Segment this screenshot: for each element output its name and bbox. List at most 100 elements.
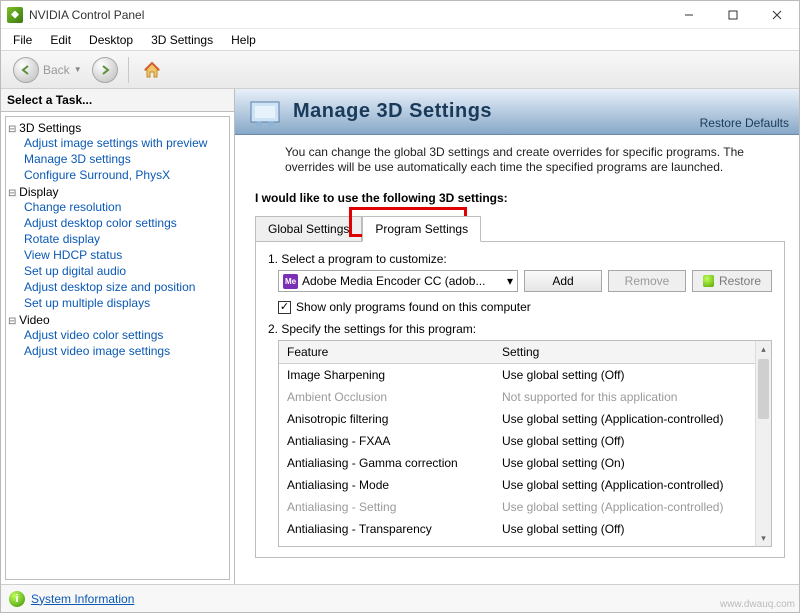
table-row[interactable]: Antialiasing - Gamma correctionUse globa… — [279, 452, 771, 474]
tree-link-digital-audio[interactable]: Set up digital audio — [24, 263, 227, 279]
page-title: Manage 3D Settings — [293, 100, 700, 123]
show-only-checkbox[interactable]: ✓ — [278, 301, 291, 314]
setting-cell: Use global setting (Off) — [494, 520, 771, 538]
tree-link-adjust-desktop-color[interactable]: Adjust desktop color settings — [24, 215, 227, 231]
menu-3d-settings[interactable]: 3D Settings — [143, 31, 221, 49]
feature-cell: Antialiasing - Mode — [279, 476, 494, 494]
scroll-up-icon[interactable]: ▴ — [756, 341, 771, 357]
toolbar: Back ▼ — [1, 51, 799, 89]
setting-cell: Use global setting (Application-controll… — [494, 476, 771, 494]
tab-global-settings[interactable]: Global Settings — [255, 216, 362, 242]
scroll-thumb[interactable] — [758, 359, 769, 419]
close-button[interactable] — [755, 1, 799, 29]
column-feature[interactable]: Feature — [279, 341, 494, 363]
nvidia-icon — [703, 275, 714, 287]
tree-link-multiple-displays[interactable]: Set up multiple displays — [24, 295, 227, 311]
tree-link-video-image[interactable]: Adjust video image settings — [24, 343, 227, 359]
setting-cell: Use global setting (Application-controll… — [494, 498, 771, 516]
remove-button[interactable]: Remove — [608, 270, 686, 292]
forward-button[interactable] — [92, 57, 118, 83]
tab-program-settings[interactable]: Program Settings — [362, 216, 481, 242]
setting-cell: Use global setting (On) — [494, 454, 771, 472]
tree-link-video-color[interactable]: Adjust video color settings — [24, 327, 227, 343]
feature-cell: Antialiasing - Gamma correction — [279, 454, 494, 472]
scroll-down-icon[interactable]: ▾ — [756, 530, 771, 546]
table-row[interactable]: Image SharpeningUse global setting (Off) — [279, 364, 771, 386]
feature-cell: Antialiasing - Transparency — [279, 520, 494, 538]
tree-group-3d-settings[interactable]: 3D Settings — [8, 121, 227, 135]
table-row[interactable]: Anisotropic filteringUse global setting … — [279, 408, 771, 430]
tree-group-display[interactable]: Display — [8, 185, 227, 199]
table-row[interactable]: Antialiasing - TransparencyUse global se… — [279, 518, 771, 540]
section-label: I would like to use the following 3D set… — [235, 181, 799, 215]
window-title: NVIDIA Control Panel — [29, 8, 667, 22]
content-pane: Manage 3D Settings Restore Defaults You … — [235, 89, 799, 584]
tree-link-rotate-display[interactable]: Rotate display — [24, 231, 227, 247]
setting-cell: Use global setting (Off) — [494, 432, 771, 450]
back-dropdown-icon: ▼ — [74, 65, 82, 74]
tree-link-adjust-image-settings[interactable]: Adjust image settings with preview — [24, 135, 227, 151]
settings-table: Feature Setting Image SharpeningUse glob… — [278, 340, 772, 547]
menu-edit[interactable]: Edit — [42, 31, 79, 49]
setting-cell: Use global setting (All) — [494, 542, 771, 546]
feature-cell: Ambient Occlusion — [279, 388, 494, 406]
system-information-link[interactable]: System Information — [31, 592, 134, 606]
restore-button-label: Restore — [719, 274, 761, 288]
program-settings-panel: 1. Select a program to customize: Me Ado… — [255, 241, 785, 558]
menubar: File Edit Desktop 3D Settings Help — [1, 29, 799, 51]
tree-link-manage-3d-settings[interactable]: Manage 3D settings — [24, 151, 227, 167]
program-icon: Me — [283, 274, 298, 289]
back-button[interactable]: Back ▼ — [9, 55, 86, 85]
tree-link-configure-surround[interactable]: Configure Surround, PhysX — [24, 167, 227, 183]
step-2-label: 2. Specify the settings for this program… — [268, 322, 772, 336]
add-button[interactable]: Add — [524, 270, 602, 292]
table-row[interactable]: Antialiasing - ModeUse global setting (A… — [279, 474, 771, 496]
tabs: Global Settings Program Settings — [255, 215, 799, 241]
feature-cell: Antialiasing - Setting — [279, 498, 494, 516]
chevron-down-icon: ▾ — [507, 274, 513, 288]
column-setting[interactable]: Setting — [494, 341, 771, 363]
setting-cell: Use global setting (Application-controll… — [494, 410, 771, 428]
setting-cell: Not supported for this application — [494, 388, 771, 406]
task-tree: 3D Settings Adjust image settings with p… — [5, 116, 230, 580]
feature-cell: Image Sharpening — [279, 366, 494, 384]
page-description: You can change the global 3D settings an… — [235, 135, 799, 181]
home-button[interactable] — [139, 57, 165, 83]
back-arrow-icon — [13, 57, 39, 83]
scrollbar[interactable]: ▴ ▾ — [755, 341, 771, 546]
table-row[interactable]: CUDA - GPUsUse global setting (All) — [279, 540, 771, 546]
minimize-button[interactable] — [667, 1, 711, 29]
restore-defaults-link[interactable]: Restore Defaults — [700, 116, 789, 134]
table-row[interactable]: Ambient OcclusionNot supported for this … — [279, 386, 771, 408]
setting-cell: Use global setting (Off) — [494, 366, 771, 384]
info-icon: i — [9, 591, 25, 607]
feature-cell: Antialiasing - FXAA — [279, 432, 494, 450]
menu-desktop[interactable]: Desktop — [81, 31, 141, 49]
watermark: www.dwauq.com — [720, 599, 795, 610]
toolbar-separator — [128, 57, 129, 83]
program-select[interactable]: Me Adobe Media Encoder CC (adob... ▾ — [278, 270, 518, 292]
statusbar: i System Information — [1, 584, 799, 612]
restore-button[interactable]: Restore — [692, 270, 772, 292]
feature-cell: CUDA - GPUs — [279, 542, 494, 546]
tree-link-change-resolution[interactable]: Change resolution — [24, 199, 227, 215]
nvidia-app-icon — [7, 7, 23, 23]
sidebar: Select a Task... 3D Settings Adjust imag… — [1, 89, 235, 584]
tree-group-video[interactable]: Video — [8, 313, 227, 327]
maximize-button[interactable] — [711, 1, 755, 29]
table-row[interactable]: Antialiasing - SettingUse global setting… — [279, 496, 771, 518]
table-row[interactable]: Antialiasing - FXAAUse global setting (O… — [279, 430, 771, 452]
tree-link-view-hdcp[interactable]: View HDCP status — [24, 247, 227, 263]
page-header: Manage 3D Settings Restore Defaults — [235, 89, 799, 135]
step-1-label: 1. Select a program to customize: — [268, 252, 772, 266]
sidebar-title: Select a Task... — [1, 89, 234, 112]
menu-help[interactable]: Help — [223, 31, 264, 49]
program-select-value: Adobe Media Encoder CC (adob... — [302, 274, 485, 288]
titlebar: NVIDIA Control Panel — [1, 1, 799, 29]
back-label: Back — [43, 63, 70, 77]
page-header-icon — [245, 94, 285, 130]
feature-cell: Anisotropic filtering — [279, 410, 494, 428]
menu-file[interactable]: File — [5, 31, 40, 49]
show-only-label: Show only programs found on this compute… — [296, 300, 531, 314]
tree-link-adjust-desktop-size[interactable]: Adjust desktop size and position — [24, 279, 227, 295]
